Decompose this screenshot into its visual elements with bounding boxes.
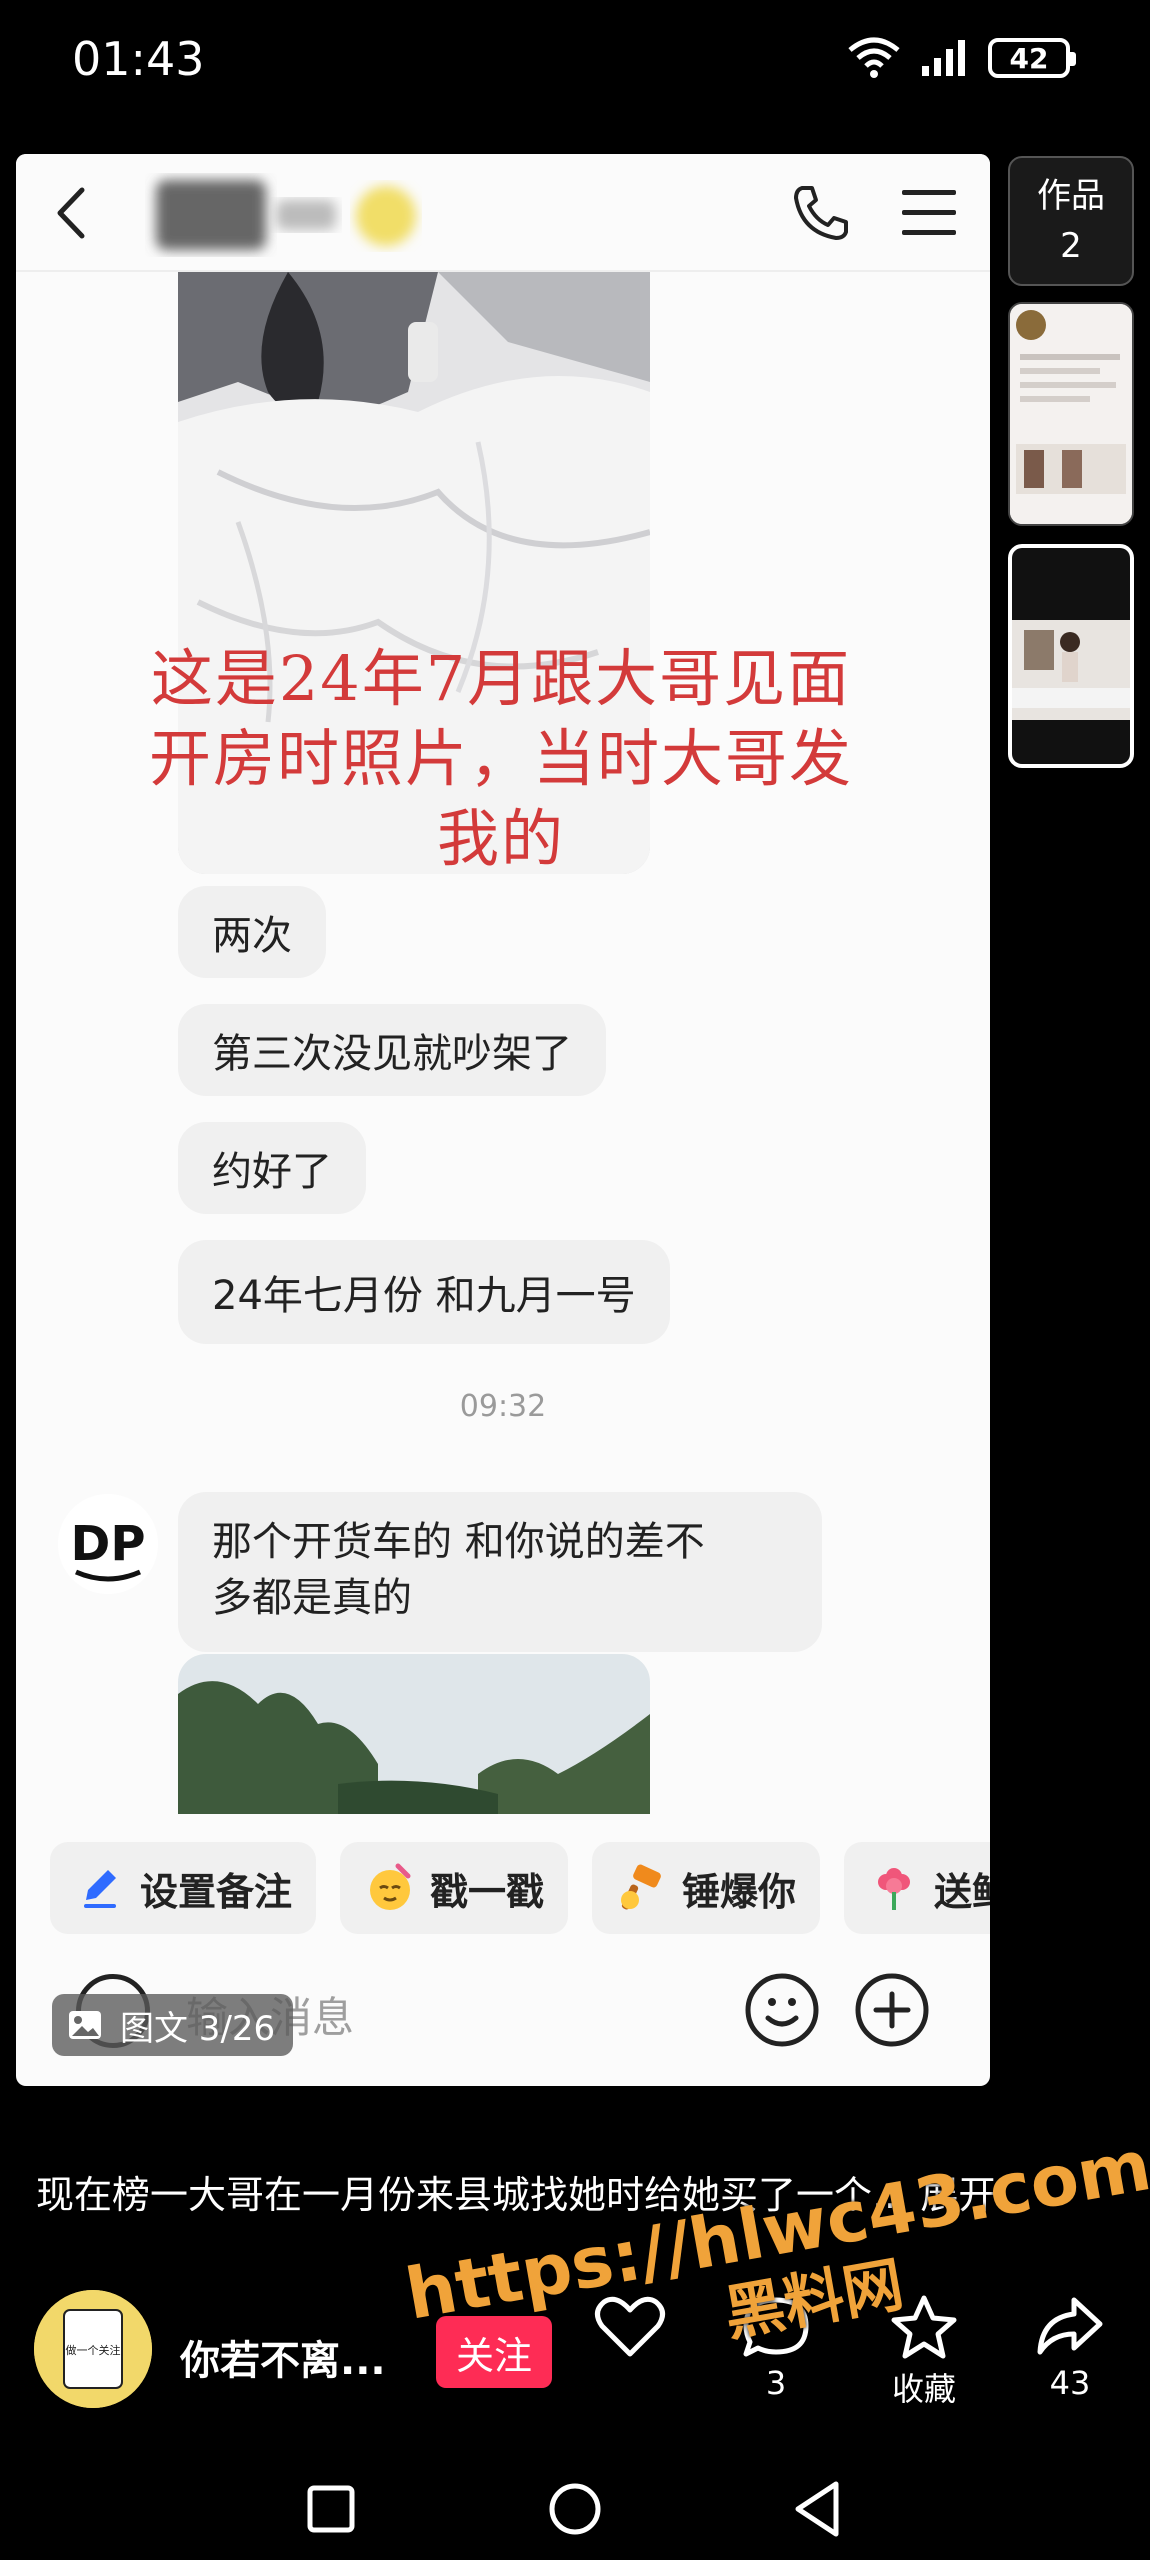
like-button[interactable]: [580, 2294, 680, 2364]
message-bubble[interactable]: 第三次没见就吵架了: [178, 1004, 606, 1096]
image-page-indicator: 图文 3/26: [52, 1994, 294, 2056]
system-nav-bar: [0, 2440, 1150, 2560]
chip-label: 送鲜花: [934, 1869, 990, 1914]
share-icon: [1037, 2297, 1103, 2355]
image-icon: [69, 2011, 101, 2039]
message-bubble[interactable]: 两次: [178, 886, 326, 978]
status-time: 01:43: [72, 32, 205, 86]
post-caption[interactable]: 现在榜一大哥在一月份来县城找她时给她买了一个... 展开: [36, 2164, 996, 2219]
chip-label: 戳一戳: [430, 1869, 545, 1914]
back-icon[interactable]: [784, 2474, 854, 2544]
comment-count: 3: [765, 2364, 787, 2402]
author-avatar[interactable]: 做一个关注: [34, 2290, 152, 2408]
thumbnail-image: [1012, 548, 1130, 764]
works-count: 2: [1060, 226, 1082, 266]
recents-icon[interactable]: [296, 2474, 366, 2544]
message-bubble[interactable]: 约好了: [178, 1122, 366, 1214]
follow-button[interactable]: 关注: [436, 2316, 552, 2388]
author-avatar-text: 做一个关注: [66, 2343, 121, 2357]
pencil-icon: [84, 1870, 116, 1908]
battery-indicator: 42: [988, 38, 1076, 78]
menu-icon[interactable]: [896, 182, 962, 244]
page-indicator-label: 图文 3/26: [120, 2008, 276, 2049]
home-icon[interactable]: [540, 2474, 610, 2544]
wifi-icon: [848, 37, 900, 78]
flower-icon: [878, 1868, 911, 1910]
collect-button[interactable]: 收藏: [874, 2294, 974, 2410]
star-icon: [891, 2295, 957, 2359]
thumbnail-image: [1010, 304, 1132, 524]
collect-label: 收藏: [891, 2370, 956, 2408]
avatar-letters: DP: [70, 1516, 145, 1572]
message-timestamp: 09:32: [459, 1389, 547, 1424]
set-remark-button[interactable]: 设置备注: [50, 1842, 317, 1934]
avatar[interactable]: DP: [58, 1494, 158, 1594]
poke-emoji-icon: [370, 1863, 411, 1910]
bottom-action-bar: 做一个关注 你若不离... 关注 3 收藏 43: [0, 2290, 1150, 2420]
hammer-icon: [621, 1864, 661, 1910]
comment-button[interactable]: 3: [726, 2294, 826, 2402]
works-button[interactable]: 作品 2: [1008, 156, 1134, 286]
status-bar: 01:43 42: [0, 0, 1150, 120]
chat-screenshot-card: 这是24年7月跟大哥见面 开房时照片，当时大哥发 我的 两次 第三次没见就吵架了…: [16, 154, 990, 2086]
overlay-caption: 这是24年7月跟大哥见面 开房时照片，当时大哥发 我的: [86, 639, 916, 879]
back-arrow-icon[interactable]: [42, 180, 108, 246]
incoming-line-1: 那个开货车的 和你说的差不: [212, 1519, 705, 1565]
overlay-line-1: 这是24年7月跟大哥见面: [150, 642, 852, 715]
author-name[interactable]: 你若不离...: [180, 2328, 386, 2386]
chat-header: [16, 154, 990, 272]
incoming-line-2: 多都是真的: [212, 1575, 412, 1621]
heart-icon: [595, 2296, 665, 2357]
quick-actions-bar: 设置备注 戳一戳 锤爆你 送: [50, 1842, 990, 1938]
photo-message[interactable]: [178, 1654, 650, 1814]
chip-label: 锤爆你: [682, 1869, 797, 1914]
message-bubble[interactable]: 24年七月份 和九月一号: [178, 1240, 670, 1344]
emoji-icon[interactable]: [744, 1972, 820, 2048]
send-flower-button[interactable]: 送鲜花: [844, 1842, 990, 1934]
comment-icon: [743, 2297, 809, 2357]
work-thumbnail[interactable]: [1008, 302, 1134, 526]
status-icons: 42: [846, 36, 1076, 80]
share-button[interactable]: 43: [1020, 2294, 1120, 2402]
incoming-message-bubble[interactable]: 那个开货车的 和你说的差不 多都是真的: [178, 1492, 822, 1652]
poke-button[interactable]: 戳一戳: [340, 1842, 569, 1934]
blurred-contact-name: [156, 180, 416, 250]
work-thumbnail-selected[interactable]: [1008, 544, 1134, 768]
overlay-line-2: 开房时照片，当时大哥发: [148, 722, 853, 795]
phone-icon[interactable]: [788, 180, 854, 246]
works-label: 作品: [1037, 176, 1105, 216]
overlay-line-3: 我的: [436, 802, 565, 875]
chip-label: 设置备注: [140, 1869, 293, 1914]
hammer-button[interactable]: 锤爆你: [592, 1842, 821, 1934]
plus-icon[interactable]: [854, 1972, 930, 2048]
signal-icon: [922, 40, 965, 76]
share-count: 43: [1049, 2364, 1091, 2402]
